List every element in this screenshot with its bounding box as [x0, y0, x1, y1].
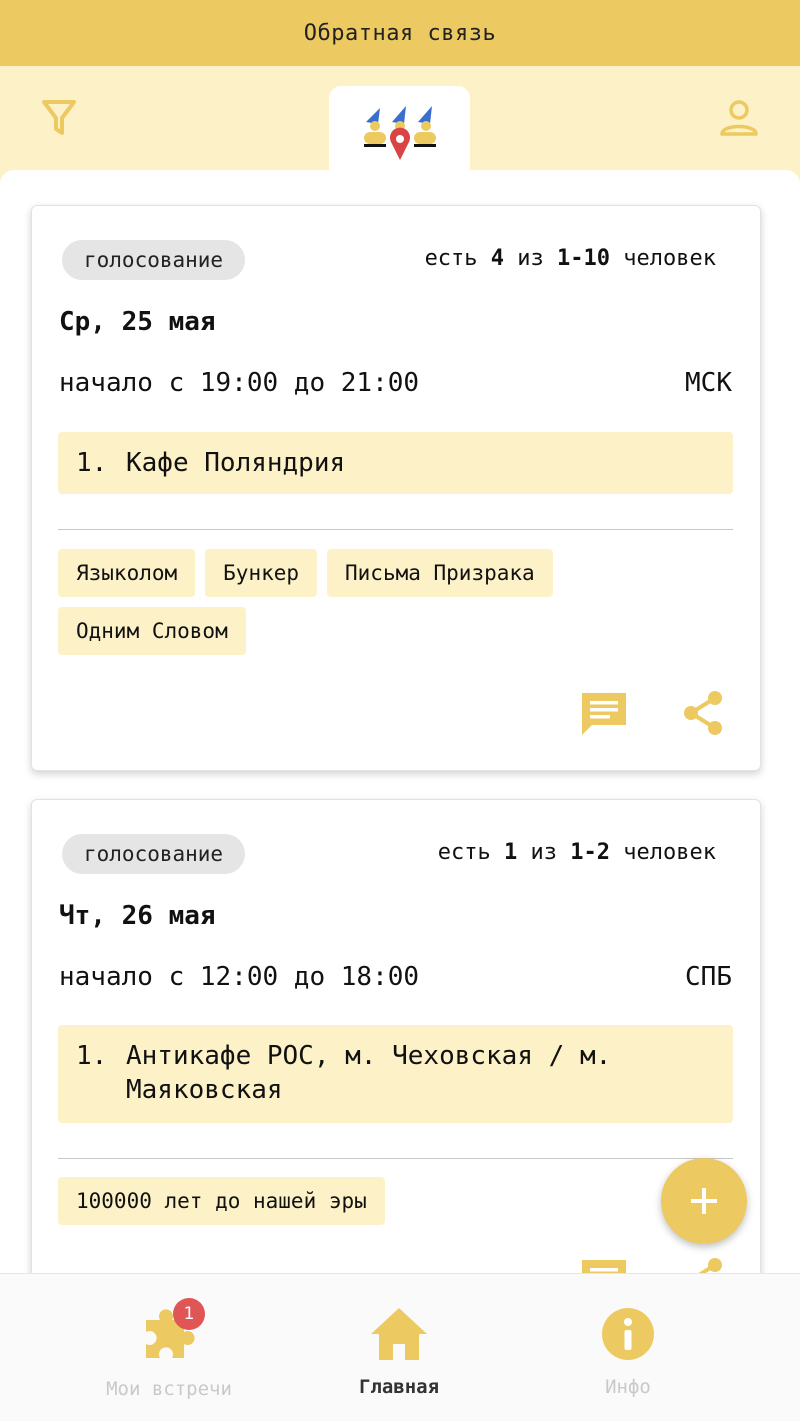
card-actions — [580, 689, 725, 737]
nav-icon-wrap — [598, 1306, 658, 1362]
meeting-date: Чт, 26 мая — [59, 901, 216, 931]
nav-label: Мои встречи — [106, 1378, 232, 1400]
games-list: Языколом Бункер Письма Призрака Одним Сл… — [58, 549, 733, 655]
status-label: голосование — [84, 248, 224, 272]
nav-item-my-meetings[interactable]: 1 Мои встречи — [69, 1298, 269, 1400]
participants-current: 4 — [490, 246, 505, 271]
time-row: начало с 12:00 до 18:00 СПБ — [59, 962, 732, 998]
divider — [58, 529, 733, 530]
participants-range: 1-10 — [557, 246, 611, 271]
status-badge: голосование — [62, 834, 246, 874]
location-item[interactable]: 1. Кафе Поляндрия — [58, 432, 733, 494]
status-label: голосование — [84, 842, 224, 866]
games-list: 100000 лет до нашей эры — [58, 1177, 733, 1225]
info-icon — [602, 1308, 654, 1360]
comment-icon[interactable] — [580, 1256, 628, 1273]
location-name: Кафе Поляндрия — [126, 448, 346, 478]
nav-label: Главная — [358, 1376, 440, 1398]
meeting-timezone: СПБ — [685, 962, 732, 992]
game-tag[interactable]: Бункер — [205, 549, 318, 597]
feedback-label: Обратная связь — [303, 20, 497, 46]
time-row: начало с 19:00 до 21:00 МСК — [59, 368, 732, 404]
participants-suffix: человек — [623, 840, 716, 865]
home-icon — [371, 1308, 427, 1360]
location-number: 1. — [76, 1041, 108, 1071]
profile-button[interactable] — [718, 96, 760, 140]
location-name: Антикафе РОС, м. Чеховская / м. Маяковск… — [126, 1041, 612, 1105]
meeting-timezone: МСК — [685, 368, 732, 398]
divider — [58, 1158, 733, 1159]
header — [0, 66, 800, 176]
meeting-time: начало с 19:00 до 21:00 — [59, 368, 420, 398]
participants-current: 1 — [504, 840, 518, 865]
filter-button[interactable] — [38, 96, 80, 140]
participants-mid: из — [517, 246, 544, 271]
meeting-card[interactable]: голосование есть 1 из 1-2 человек Чт, 26… — [31, 799, 761, 1273]
participants-count: есть 1 из 1-2 человек — [438, 840, 716, 865]
game-tag[interactable]: Одним Словом — [58, 607, 246, 655]
participants-prefix: есть — [424, 246, 478, 271]
app-logo — [363, 106, 436, 160]
nav-icon-wrap: 1 — [139, 1298, 205, 1364]
status-badge: голосование — [62, 240, 246, 280]
location-number: 1. — [76, 448, 108, 478]
filter-icon — [42, 100, 76, 135]
add-meeting-button[interactable] — [661, 1158, 747, 1244]
nav-item-info[interactable]: Инфо — [528, 1306, 728, 1398]
participants-suffix: человек — [623, 246, 716, 271]
comment-icon[interactable] — [580, 689, 628, 737]
game-tag[interactable]: 100000 лет до нашей эры — [58, 1177, 385, 1225]
bottom-nav: 1 Мои встречи Главная Инфо — [0, 1273, 800, 1421]
share-icon[interactable] — [681, 689, 725, 737]
logo-tab[interactable] — [329, 86, 470, 176]
participants-mid: из — [530, 840, 558, 865]
nav-label: Инфо — [605, 1376, 651, 1398]
participants-range: 1-2 — [570, 840, 611, 865]
card-actions — [580, 1256, 725, 1273]
nav-icon-wrap — [369, 1306, 429, 1362]
participants-prefix: есть — [437, 840, 491, 865]
meeting-card[interactable]: голосование есть 4 из 1-10 человек Ср, 2… — [31, 205, 761, 771]
meetings-list[interactable]: голосование есть 4 из 1-10 человек Ср, 2… — [0, 170, 800, 1273]
feedback-bar[interactable]: Обратная связь — [0, 0, 800, 66]
meeting-date: Ср, 25 мая — [59, 307, 216, 337]
participants-count: есть 4 из 1-10 человек — [425, 246, 716, 271]
profile-icon — [720, 100, 758, 136]
game-tag[interactable]: Языколом — [58, 549, 196, 597]
notification-badge: 1 — [173, 1298, 205, 1330]
location-item[interactable]: 1. Антикафе РОС, м. Чеховская / м. Маяко… — [58, 1025, 733, 1123]
meeting-time: начало с 12:00 до 18:00 — [59, 962, 420, 992]
game-tag[interactable]: Письма Призрака — [327, 549, 553, 597]
plus-icon — [691, 1188, 717, 1214]
share-icon[interactable] — [681, 1256, 725, 1273]
nav-item-home[interactable]: Главная — [299, 1306, 499, 1398]
